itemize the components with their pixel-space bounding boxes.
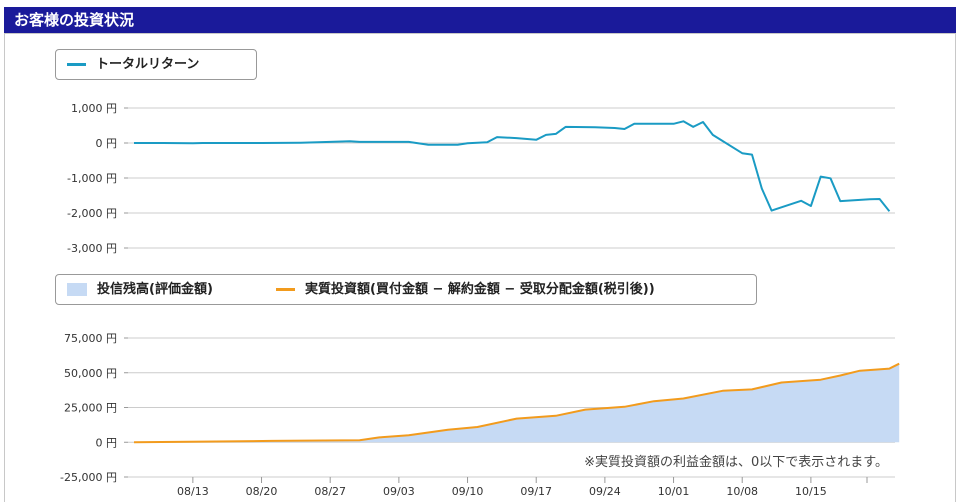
x-tick-label: 08/27 [314, 485, 346, 498]
total-return-y-tick-label: 0 円 [96, 137, 118, 150]
x-tick-label: 10/01 [658, 485, 690, 498]
x-tick-label: 10/08 [726, 485, 758, 498]
x-tick-label: 08/13 [177, 485, 209, 498]
investment-y-tick-label: 75,000 円 [64, 332, 117, 345]
total-return-y-tick-label: -1,000 円 [67, 172, 117, 185]
holding-balance-area [134, 363, 900, 443]
total-return-line [134, 120, 891, 212]
total-return-y-tick-label: -3,000 円 [67, 242, 117, 255]
total-return-y-tick-label: 1,000 円 [71, 102, 117, 115]
investment-y-tick-label: 0 円 [96, 436, 118, 449]
x-tick-label: 09/17 [520, 485, 552, 498]
investment-y-tick-label: 50,000 円 [64, 367, 117, 380]
x-tick-label: 08/20 [246, 485, 278, 498]
total-return-y-tick-label: -2,000 円 [67, 207, 117, 220]
x-tick-label: 10/15 [795, 485, 827, 498]
footnote: ※実質投資額の利益金額は、0以下で表示されます。 [584, 454, 888, 470]
investment-y-tick-label: 25,000 円 [64, 402, 117, 415]
x-tick-label: 09/24 [589, 485, 621, 498]
x-tick-label: 09/10 [452, 485, 484, 498]
investment-charts: 1,000 円 0 円 -1,000 円 -2,000 円 -3,000 円 75,000… [60, 102, 900, 498]
x-tick-label: 09/03 [383, 485, 415, 498]
investment-y-tick-label: -25,000 円 [60, 471, 117, 484]
